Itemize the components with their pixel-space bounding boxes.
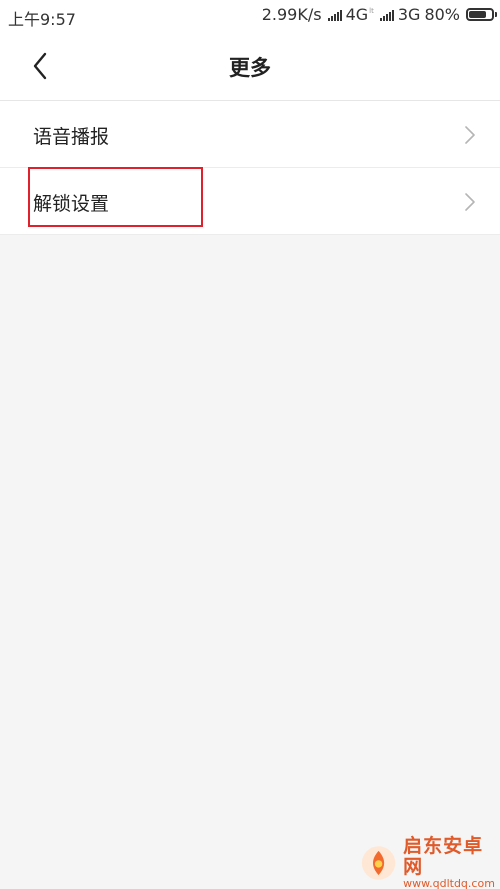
list-item-label: 语音播报 (33, 126, 110, 148)
battery-percent: 80% (424, 5, 460, 24)
status-bar: 上午9:57 2.99K/s 4G lt 3G 80% (0, 0, 500, 34)
status-time: 上午9:57 (8, 10, 76, 29)
chevron-right-icon (465, 193, 475, 211)
list-item-voice-broadcast[interactable]: 语音播报 (0, 101, 500, 168)
battery-icon (466, 8, 497, 21)
signal-strength-icon-2 (379, 9, 394, 21)
network-type-1: 4G (345, 5, 369, 24)
settings-list: 语音播报 解锁设置 (0, 101, 500, 235)
header-bar: 更多 (0, 34, 500, 101)
network-speed: 2.99K/s (261, 5, 322, 24)
chevron-right-icon (465, 126, 475, 144)
watermark-text: 启东安卓网 www.qdltdq.com (403, 836, 496, 889)
network-type-1-sub: lt (369, 7, 374, 15)
battery-fill (469, 11, 487, 18)
signal-strength-icon (327, 9, 342, 21)
screen: 上午9:57 2.99K/s 4G lt 3G 80% 更多 语音播报 解锁设置… (0, 0, 500, 889)
page-title: 更多 (229, 56, 271, 80)
watermark: 启东安卓网 www.qdltdq.com (360, 836, 496, 889)
list-item-unlock-settings[interactable]: 解锁设置 (0, 168, 500, 235)
network-type-2: 3G (397, 5, 421, 24)
watermark-title: 启东安卓网 (403, 835, 484, 878)
watermark-logo-icon (361, 846, 396, 880)
status-indicators: 2.99K/s 4G lt 3G 80% (261, 5, 497, 24)
watermark-url: www.qdltdq.com (403, 876, 495, 889)
list-item-label: 解锁设置 (33, 193, 110, 215)
